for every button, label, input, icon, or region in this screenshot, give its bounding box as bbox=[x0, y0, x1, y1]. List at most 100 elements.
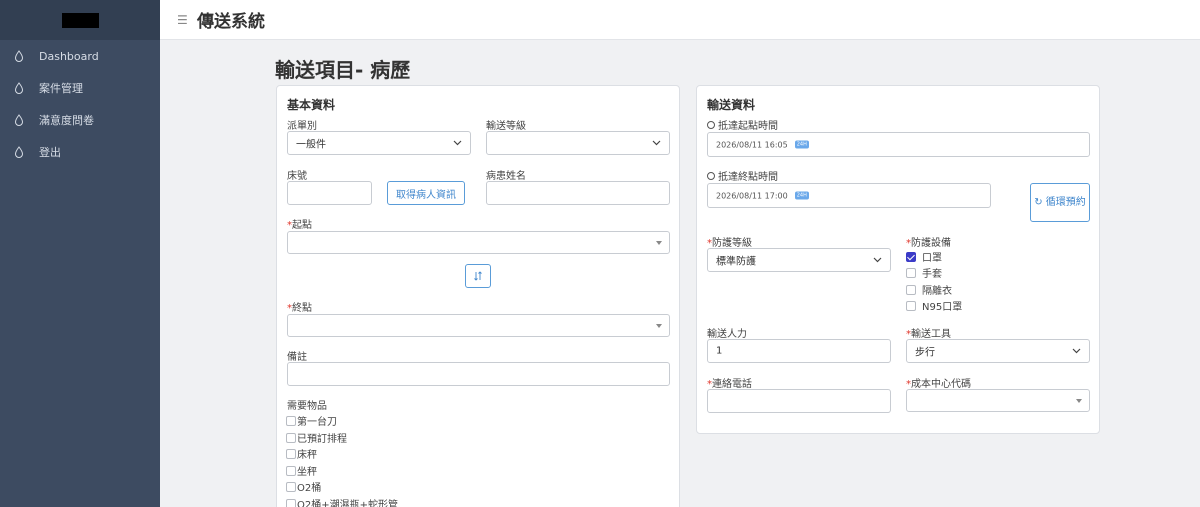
datetime-text: 2026/08/11 17:00 24H bbox=[716, 191, 809, 200]
sidebar-item-label: 案件管理 bbox=[39, 82, 83, 95]
drop-icon bbox=[14, 82, 24, 94]
arrive-end-radio[interactable]: 抵達終點時間 bbox=[707, 168, 778, 183]
checkbox[interactable] bbox=[286, 432, 296, 443]
start-label-text: 起點 bbox=[292, 220, 312, 231]
equipment-checkbox-row[interactable]: N95口罩 bbox=[906, 298, 962, 313]
start-label: *起點 bbox=[287, 216, 312, 231]
tool-select[interactable]: 步行 bbox=[906, 339, 1090, 363]
item-label: 已預訂排程 bbox=[297, 434, 347, 445]
radio[interactable] bbox=[707, 171, 715, 180]
checkbox[interactable] bbox=[286, 415, 296, 426]
swap-arrows-icon bbox=[474, 271, 482, 281]
badge-24h: 24H bbox=[794, 191, 809, 200]
equipment-label: *防護設備 bbox=[906, 234, 951, 249]
sidebar: Dashboard 案件管理 滿意度問卷 登出 bbox=[0, 0, 160, 507]
level-select[interactable] bbox=[486, 131, 670, 155]
radio[interactable] bbox=[707, 120, 715, 129]
item-label: 坐秤 bbox=[297, 467, 317, 478]
level-label: 輸送等級 bbox=[486, 121, 526, 132]
arrive-start-datetime-input[interactable]: 2026/08/11 16:05 24H bbox=[707, 132, 1090, 157]
staff-value: 1 bbox=[716, 345, 723, 357]
checkbox[interactable] bbox=[906, 300, 916, 311]
item-checkbox-row[interactable]: 已預訂排程 bbox=[286, 430, 347, 445]
item-checkbox-row[interactable]: O2桶 bbox=[286, 479, 321, 494]
basic-info-title: 基本資料 bbox=[287, 98, 336, 112]
checkbox[interactable] bbox=[286, 465, 296, 476]
item-label: 第一台刀 bbox=[297, 417, 337, 428]
arrive-end-label: 抵達終點時間 bbox=[718, 172, 778, 183]
get-patient-button[interactable]: 取得病人資訊 bbox=[387, 181, 465, 205]
equipment-checkbox-row[interactable]: 隔離衣 bbox=[906, 282, 952, 297]
note-label: 備註 bbox=[287, 352, 307, 363]
caret-down-icon bbox=[656, 323, 662, 328]
sidebar-item-label: Dashboard bbox=[39, 49, 99, 63]
item-label: O2桶 bbox=[297, 483, 322, 494]
checkbox[interactable] bbox=[286, 481, 296, 492]
chevron-down-icon bbox=[1072, 348, 1081, 354]
patient-name-input[interactable] bbox=[486, 181, 670, 205]
dispatch-select[interactable]: 一般件 bbox=[287, 131, 471, 155]
checkbox[interactable] bbox=[286, 498, 296, 507]
tool-label: *輸送工具 bbox=[906, 325, 951, 340]
staff-label: 輸送人力 bbox=[707, 329, 747, 340]
checkbox[interactable] bbox=[286, 448, 296, 459]
menu-icon[interactable]: ☰ bbox=[177, 13, 189, 27]
item-checkbox-row[interactable]: 坐秤 bbox=[286, 463, 317, 478]
swap-button[interactable] bbox=[465, 264, 491, 288]
drop-icon bbox=[14, 114, 24, 126]
datetime-text: 2026/08/11 16:05 24H bbox=[716, 140, 809, 149]
app-title: 傳送系統 bbox=[197, 12, 265, 32]
checkbox-checked[interactable] bbox=[906, 251, 916, 262]
cycle-booking-button[interactable]: ↻ 循環預約 bbox=[1030, 183, 1090, 222]
arrive-start-label: 抵達起點時間 bbox=[718, 121, 778, 132]
topbar: ☰ 傳送系統 bbox=[160, 0, 1200, 40]
patient-name-label: 病患姓名 bbox=[486, 171, 526, 182]
cost-center-select[interactable] bbox=[906, 389, 1090, 412]
cost-center-label: *成本中心代碼 bbox=[906, 375, 971, 390]
end-label-text: 終點 bbox=[292, 303, 312, 314]
item-checkbox-row[interactable]: O2桶+潮濕瓶+蛇形管 bbox=[286, 496, 398, 507]
item-label: O2桶+潮濕瓶+蛇形管 bbox=[297, 500, 398, 507]
equipment-checkbox-row[interactable]: 手套 bbox=[906, 265, 942, 280]
badge-24h: 24H bbox=[794, 140, 809, 149]
basic-info-card: 基本資料 派單別 一般件 輸送等級 床號 取得病人資訊 病患姓名 *起點 *終點… bbox=[276, 85, 680, 507]
sidebar-header bbox=[0, 0, 160, 40]
logo[interactable] bbox=[61, 12, 99, 28]
chevron-down-icon bbox=[453, 140, 462, 146]
sidebar-item-dashboard[interactable]: Dashboard bbox=[0, 40, 160, 72]
arrive-start-radio[interactable]: 抵達起點時間 bbox=[707, 117, 778, 132]
equipment-label-text: 防護設備 bbox=[911, 238, 951, 249]
arrive-end-datetime-input[interactable]: 2026/08/11 17:00 24H bbox=[707, 183, 991, 208]
item-checkbox-row[interactable]: 第一台刀 bbox=[286, 413, 337, 428]
sidebar-item-label: 登出 bbox=[39, 146, 61, 159]
equipment-item-label: 手套 bbox=[922, 269, 942, 280]
bed-input[interactable] bbox=[287, 181, 372, 205]
bed-label: 床號 bbox=[287, 171, 307, 182]
checkbox[interactable] bbox=[906, 267, 916, 278]
sidebar-item-cases[interactable]: 案件管理 bbox=[0, 72, 160, 104]
protection-level-value: 標準防護 bbox=[716, 256, 756, 268]
protection-level-select[interactable]: 標準防護 bbox=[707, 248, 891, 272]
end-select[interactable] bbox=[287, 314, 670, 337]
protection-level-label: *防護等級 bbox=[707, 234, 752, 249]
cycle-booking-text: 循環預約 bbox=[1045, 196, 1086, 208]
note-input[interactable] bbox=[287, 362, 670, 386]
sidebar-item-survey[interactable]: 滿意度問卷 bbox=[0, 104, 160, 136]
item-checkbox-row[interactable]: 床秤 bbox=[286, 446, 317, 461]
sidebar-item-logout[interactable]: 登出 bbox=[0, 136, 160, 168]
checkbox[interactable] bbox=[906, 284, 916, 295]
equipment-checkbox-row[interactable]: 口罩 bbox=[906, 249, 942, 264]
item-label: 床秤 bbox=[297, 450, 317, 461]
chevron-down-icon bbox=[873, 257, 882, 263]
caret-down-icon bbox=[1076, 398, 1082, 403]
equipment-item-label: 口罩 bbox=[922, 253, 942, 264]
start-select[interactable] bbox=[287, 231, 670, 254]
phone-input[interactable] bbox=[707, 389, 891, 413]
staff-input[interactable]: 1 bbox=[707, 339, 891, 363]
chevron-down-icon bbox=[652, 140, 661, 146]
caret-down-icon bbox=[656, 240, 662, 245]
transport-info-title: 輸送資料 bbox=[707, 98, 756, 112]
sidebar-item-label: 滿意度問卷 bbox=[39, 114, 94, 127]
dispatch-value: 一般件 bbox=[296, 139, 326, 151]
equipment-item-label: 隔離衣 bbox=[922, 286, 952, 297]
